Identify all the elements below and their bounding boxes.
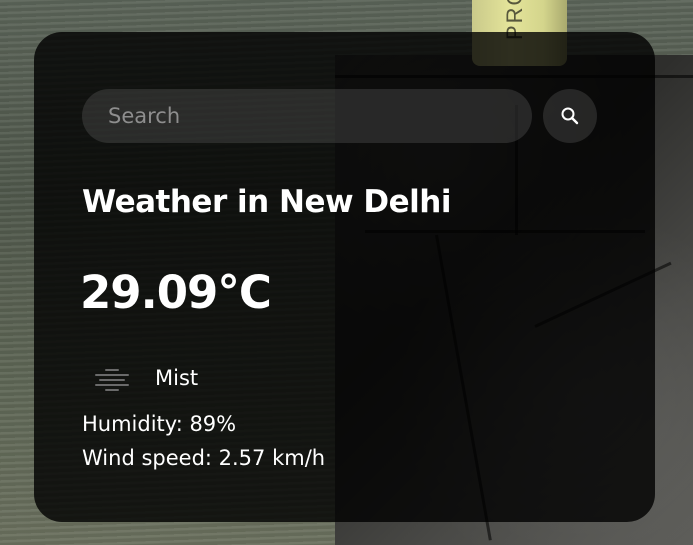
humidity: Humidity: 89% [82,412,237,436]
search-icon [561,107,579,125]
condition-description: Mist [155,366,199,390]
search-button[interactable] [543,89,597,143]
search-input[interactable] [82,89,532,143]
weather-card: Weather in New Delhi 29.09°C Mist Humidi… [34,32,655,522]
city-title: Weather in New Delhi [82,184,452,220]
mist-icon [95,369,129,391]
temperature: 29.09°C [80,266,272,319]
search-bar [82,89,597,143]
condition-row: Mist [92,362,198,394]
wind-speed: Wind speed: 2.57 km/h [82,446,326,470]
